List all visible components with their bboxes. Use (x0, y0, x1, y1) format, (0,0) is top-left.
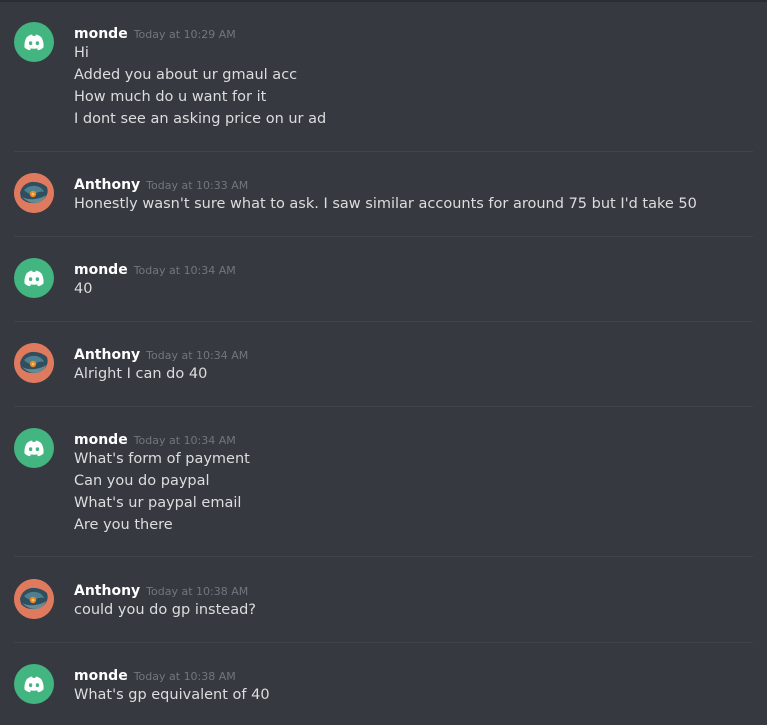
message-line: What's form of payment (74, 451, 250, 467)
message-divider (14, 556, 753, 557)
message-header: monde Today at 10:34 AM (74, 259, 236, 278)
message-header: Anthony Today at 10:34 AM (74, 344, 248, 363)
message-content: What's form of payment Can you do paypal… (74, 448, 250, 536)
message-header: Anthony Today at 10:38 AM (74, 580, 248, 599)
message-header: Anthony Today at 10:33 AM (74, 174, 248, 193)
discord-logo-icon[interactable] (14, 664, 54, 704)
timestamp: Today at 10:29 AM (133, 28, 236, 41)
message-line: Added you about ur gmaul acc (74, 67, 298, 83)
message-line: Honestly wasn't sure what to ask. I saw … (74, 196, 697, 212)
user-avatar-image[interactable] (14, 579, 54, 619)
message-divider (14, 321, 753, 322)
discord-logo-icon[interactable] (14, 258, 54, 298)
message-header: monde Today at 10:29 AM (74, 23, 236, 42)
discord-logo-icon[interactable] (14, 22, 54, 62)
username[interactable]: monde (74, 668, 128, 684)
top-edge (0, 0, 767, 2)
message-header: monde Today at 10:34 AM (74, 429, 236, 448)
timestamp: Today at 10:38 AM (146, 585, 249, 598)
user-avatar-image[interactable] (14, 343, 54, 383)
message-divider (14, 406, 753, 407)
message-header: monde Today at 10:38 AM (74, 665, 236, 684)
timestamp: Today at 10:34 AM (146, 349, 249, 362)
message-line: What's gp equivalent of 40 (74, 687, 270, 703)
message-content: 40 (74, 278, 92, 300)
message-content: Honestly wasn't sure what to ask. I saw … (74, 193, 697, 215)
message-content: Alright I can do 40 (74, 363, 207, 385)
username[interactable]: monde (74, 262, 128, 278)
message-line: 40 (74, 281, 93, 297)
message-divider (14, 151, 753, 152)
message-content: What's gp equivalent of 40 (74, 684, 270, 706)
message-line: Can you do paypal (74, 473, 210, 489)
message-line: What's ur paypal email (74, 495, 242, 511)
discord-logo-icon[interactable] (14, 428, 54, 468)
username[interactable]: monde (74, 432, 128, 448)
timestamp: Today at 10:34 AM (133, 264, 236, 277)
message-line: could you do gp instead? (74, 602, 256, 618)
message-divider (14, 236, 753, 237)
username[interactable]: monde (74, 26, 128, 42)
message-line: I dont see an asking price on ur ad (74, 111, 327, 127)
username[interactable]: Anthony (74, 347, 140, 363)
user-avatar-image[interactable] (14, 173, 54, 213)
message-divider (14, 642, 753, 643)
timestamp: Today at 10:34 AM (133, 434, 236, 447)
message-line: Hi (74, 45, 89, 61)
message-line: Are you there (74, 517, 173, 533)
message-content: Hi Added you about ur gmaul acc How much… (74, 42, 326, 130)
message-line: How much do u want for it (74, 89, 267, 105)
username[interactable]: Anthony (74, 177, 140, 193)
timestamp: Today at 10:38 AM (133, 670, 236, 683)
username[interactable]: Anthony (74, 583, 140, 599)
message-content: could you do gp instead? (74, 599, 256, 621)
timestamp: Today at 10:33 AM (146, 179, 249, 192)
message-line: Alright I can do 40 (74, 366, 208, 382)
